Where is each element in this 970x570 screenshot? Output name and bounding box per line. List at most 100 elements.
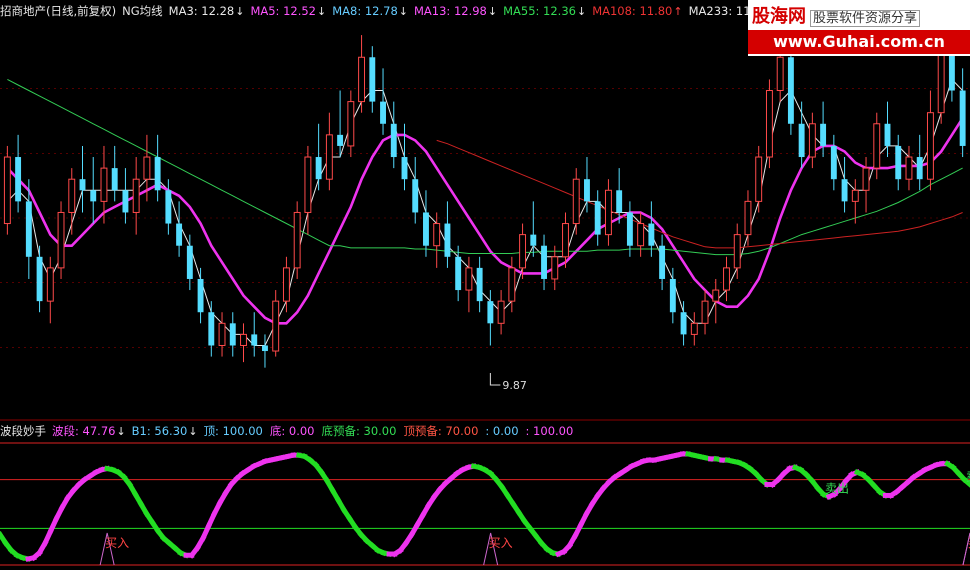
candle-body <box>551 256 559 280</box>
candle-body <box>508 267 516 302</box>
candle-body <box>851 189 859 202</box>
buy-signal-label: 买入 <box>489 536 513 550</box>
osc-item-0: 波段: 47.76↓ <box>52 424 126 438</box>
candle-body <box>937 45 945 114</box>
ma-item-label: MA108: 11.80 <box>592 4 673 18</box>
candle-body <box>926 112 934 180</box>
candle-body <box>765 90 773 158</box>
candle-body <box>412 179 419 213</box>
ma-item-arrow-icon: ↓ <box>487 5 498 18</box>
candle-body <box>648 223 655 246</box>
candle-body <box>798 123 805 158</box>
candle-body <box>659 245 666 279</box>
candle-body <box>884 123 891 146</box>
ma-line-ma13 <box>6 117 964 325</box>
candle-body <box>315 157 322 180</box>
indicator-name: NG均线 <box>122 4 163 18</box>
osc-item-label: 波段: 47.76 <box>52 424 116 438</box>
candle-body <box>251 334 258 346</box>
ma-item-3: MA13: 12.98↓ <box>414 4 497 18</box>
osc-item-arrow-icon: ↓ <box>116 425 126 438</box>
stock-chart: 9.87 买入买入卖出买入买入卖出卖出 <box>0 24 970 566</box>
candle-body <box>25 201 32 257</box>
sell-signal-label: 卖出 <box>966 469 970 483</box>
candle-body <box>465 267 473 291</box>
ma-item-arrow-icon: ↓ <box>576 5 587 18</box>
ma-line-ma3 <box>7 78 963 346</box>
candle-body <box>744 200 752 236</box>
candle-body <box>895 145 902 180</box>
candle-body <box>830 145 837 180</box>
candle-body <box>626 212 633 246</box>
candle-body <box>369 57 376 102</box>
oscillator-lines <box>0 451 970 562</box>
oscillator-panel-header: 波段妙手 波段: 47.76↓ B1: 56.30↓ 顶: 100.00 底: 0.00… <box>0 421 586 441</box>
osc-item-label: 顶: 100.00 <box>203 424 263 438</box>
candle-body <box>916 157 923 180</box>
candle-body <box>262 345 268 352</box>
candle-body <box>122 190 129 213</box>
ma-item-arrow-icon: ↑ <box>673 5 683 18</box>
candle-body <box>57 211 65 269</box>
osc-item-3: 底: 0.00 <box>270 424 316 438</box>
candle-body <box>165 190 172 224</box>
candle-body <box>444 223 451 257</box>
ma-item-5: MA108: 11.80↑ <box>592 4 682 18</box>
osc-item-arrow-icon: ↓ <box>188 425 198 438</box>
osc-item-label: 底预备: 30.00 <box>321 424 397 438</box>
candle-body <box>487 301 494 324</box>
candle-body <box>541 245 547 279</box>
candle-body <box>68 178 76 213</box>
price-panel-header: 招商地产(日线,前复权) NG均线 MA3: 12.28↓ MA5: 12.52↓ MA… <box>0 1 791 21</box>
candle-body <box>873 123 881 169</box>
logo-url: www.Guhai.com.cn <box>748 30 970 54</box>
candle-body <box>111 168 118 191</box>
candle-body <box>733 234 741 269</box>
candle-body <box>594 201 601 235</box>
candle-body <box>776 56 784 92</box>
candle-body <box>100 167 108 202</box>
site-logo: 股海网 股票软件资源分享 www.Guhai.com.cn <box>748 0 970 56</box>
ma-item-4: MA55: 12.36↓ <box>503 4 586 18</box>
stock-name: 招商地产(日线,前复权) <box>0 4 117 18</box>
candle-body <box>325 134 333 180</box>
sell-signal-label: 卖出 <box>825 482 849 496</box>
candle-body <box>905 156 913 180</box>
ma-line-ma55 <box>7 78 963 256</box>
candle-body <box>154 157 161 191</box>
candle-body <box>562 223 569 258</box>
candle-body <box>304 156 312 213</box>
price-annotations: 9.87 <box>489 372 527 392</box>
candle-body <box>616 190 623 213</box>
candle-body <box>423 212 429 246</box>
ma-item-arrow-icon: ↓ <box>317 5 327 18</box>
candle-body <box>380 101 386 124</box>
candle-body <box>862 167 870 191</box>
osc-item-label: B1: 56.30 <box>131 424 188 438</box>
candle-body <box>90 190 97 202</box>
ma-item-label: MA13: 12.98 <box>414 4 487 18</box>
candle-body <box>584 179 590 202</box>
candle-body <box>820 123 827 146</box>
candle-body <box>218 322 226 346</box>
candle-body <box>3 156 11 225</box>
candle-body <box>229 323 236 346</box>
candle-body <box>476 267 483 302</box>
osc-item-6: : 0.00 <box>485 424 519 438</box>
candle-body <box>15 157 22 202</box>
candle-body <box>358 56 366 103</box>
candle-body <box>808 123 816 158</box>
candle-body <box>712 289 720 302</box>
osc-item-label: 底: 0.00 <box>269 424 315 438</box>
candle-body <box>132 178 140 213</box>
candle-body <box>208 312 215 346</box>
candlestick-series <box>3 24 966 368</box>
ma-line-ma108 <box>436 139 963 249</box>
candle-body <box>46 267 54 302</box>
osc-item-label: : 100.00 <box>525 424 574 438</box>
candle-body <box>79 179 86 191</box>
candle-body <box>604 189 612 236</box>
osc-item-label: : 0.00 <box>485 424 519 438</box>
osc-item-4: 底预备: 30.00 <box>321 424 397 438</box>
candle-body <box>272 300 280 352</box>
